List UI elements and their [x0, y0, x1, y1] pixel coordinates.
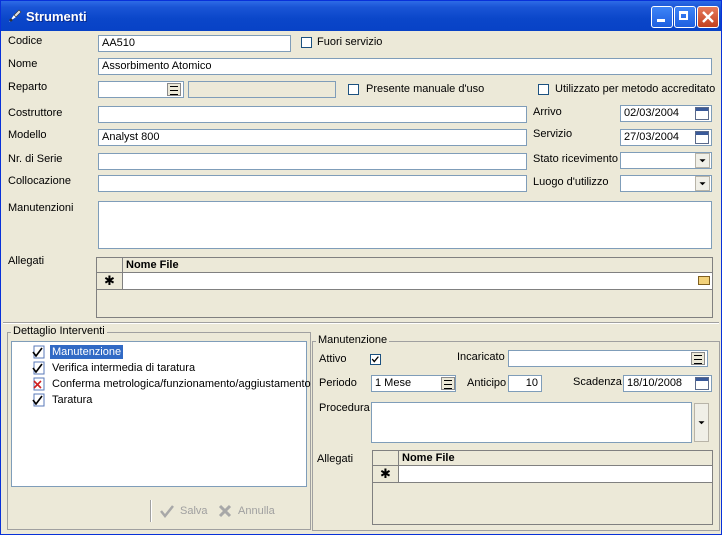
allegati-grid: Nome File ✱ [96, 257, 713, 318]
arrivo-calendar-icon[interactable] [695, 107, 709, 120]
title-bar[interactable]: Strumenti [1, 1, 721, 31]
grid-header: Nome File [373, 451, 712, 466]
incaricato-label: Incaricato [457, 351, 505, 363]
manutenzioni-label: Manutenzioni [8, 202, 74, 214]
reparto-label: Reparto [8, 81, 48, 93]
scadenza-label: Scadenza [573, 376, 622, 388]
scadenza-calendar-icon[interactable] [695, 377, 709, 390]
chevron-down-icon [699, 182, 706, 186]
luogo-utilizzo-label: Luogo d'utilizzo [533, 176, 609, 188]
maximize-icon [679, 11, 688, 20]
check-doc-icon [32, 345, 45, 359]
annulla-label: Annulla [238, 505, 275, 517]
fuori-servizio-checkbox[interactable] [301, 37, 312, 48]
list-icon [444, 380, 452, 389]
strumenti-window: Strumenti Codice AA510 Fuori servizio No… [0, 0, 722, 535]
check-doc-icon [32, 393, 45, 407]
nr-serie-input[interactable] [98, 153, 527, 170]
grid-header: Nome File [97, 258, 712, 273]
procedura-label: Procedura [319, 402, 370, 414]
maximize-button[interactable] [674, 6, 696, 28]
grid-column-nome-file[interactable]: Nome File [122, 258, 712, 272]
separator [3, 322, 719, 324]
modello-label: Modello [8, 129, 47, 141]
toolbar-separator [150, 500, 152, 522]
list-icon [694, 355, 702, 364]
instrument-icon [9, 9, 22, 22]
tree-item-label: Conferma metrologica/funzionamento/aggiu… [52, 378, 311, 390]
check-icon [160, 505, 174, 519]
codice-label: Codice [8, 35, 43, 47]
attivo-label: Attivo [319, 353, 347, 365]
list-icon [170, 86, 178, 95]
close-icon [702, 11, 714, 23]
collocazione-input[interactable] [98, 175, 527, 192]
grid-column-nome-file[interactable]: Nome File [398, 451, 714, 465]
x-doc-icon [33, 377, 45, 391]
presente-manuale-checkbox[interactable] [348, 84, 359, 95]
minimize-button[interactable] [651, 6, 673, 28]
tree-item-label: Taratura [52, 394, 93, 406]
modello-input[interactable]: Analyst 800 [98, 129, 527, 146]
manutenzione-allegati-label: Allegati [317, 453, 354, 465]
window-title: Strumenti [26, 9, 87, 24]
presente-manuale-label: Presente manuale d'uso [366, 83, 485, 95]
manutenzione-allegati-grid: Nome File ✱ [372, 450, 713, 525]
servizio-label: Servizio [533, 128, 573, 140]
close-button[interactable] [697, 6, 719, 28]
luogo-utilizzo-dropdown[interactable] [695, 176, 710, 191]
minimize-icon [657, 19, 665, 22]
check-icon [371, 356, 379, 363]
x-icon [218, 504, 232, 518]
new-row-icon: ✱ [97, 273, 123, 289]
utilizzato-metodo-checkbox[interactable] [538, 84, 549, 95]
check-doc-icon [32, 361, 45, 375]
anticipo-label: Anticipo [467, 377, 507, 389]
manutenzioni-textarea[interactable] [98, 201, 712, 249]
fuori-servizio-label: Fuori servizio [317, 36, 383, 48]
nr-serie-label: Nr. di Serie [8, 153, 63, 165]
new-row-icon: ✱ [373, 466, 399, 482]
attivo-checkbox[interactable] [370, 354, 381, 365]
dettaglio-interventi-title: Dettaglio Interventi [11, 325, 107, 337]
chevron-down-icon [699, 159, 706, 163]
folder-open-icon[interactable] [698, 276, 710, 285]
utilizzato-metodo-label: Utilizzato per metodo accreditato [555, 83, 716, 95]
servizio-calendar-icon[interactable] [695, 131, 709, 144]
reparto-description [188, 81, 336, 98]
costruttore-input[interactable] [98, 106, 527, 123]
tree-item-label: Verifica intermedia di taratura [52, 362, 196, 374]
tree-item-label: Manutenzione [50, 345, 124, 359]
allegati-label: Allegati [8, 255, 45, 267]
incaricato-input[interactable] [508, 350, 708, 367]
codice-input[interactable]: AA510 [98, 35, 291, 52]
reparto-lookup-button[interactable] [167, 83, 181, 96]
nome-label: Nome [8, 58, 38, 70]
manutenzione-title: Manutenzione [316, 334, 390, 346]
periodo-lookup-button[interactable] [441, 377, 455, 390]
arrivo-label: Arrivo [533, 106, 562, 118]
nome-input[interactable]: Assorbimento Atomico [98, 58, 712, 75]
collocazione-label: Collocazione [8, 175, 71, 187]
interventi-tree[interactable]: Manutenzione Verifica intermedia di tara… [11, 341, 311, 487]
periodo-label: Periodo [319, 377, 357, 389]
procedura-textarea[interactable] [371, 402, 692, 443]
anticipo-input[interactable]: 10 [508, 375, 542, 392]
stato-ricevimento-dropdown[interactable] [695, 153, 710, 168]
chevron-down-icon [698, 421, 705, 425]
procedura-dropdown[interactable] [694, 403, 709, 442]
costruttore-label: Costruttore [8, 107, 63, 119]
grid-new-row[interactable]: ✱ [373, 466, 712, 483]
incaricato-lookup-button[interactable] [691, 352, 705, 365]
stato-ricevimento-label: Stato ricevimento [533, 153, 618, 165]
grid-new-row[interactable]: ✱ [97, 273, 712, 290]
salva-label: Salva [180, 505, 208, 517]
